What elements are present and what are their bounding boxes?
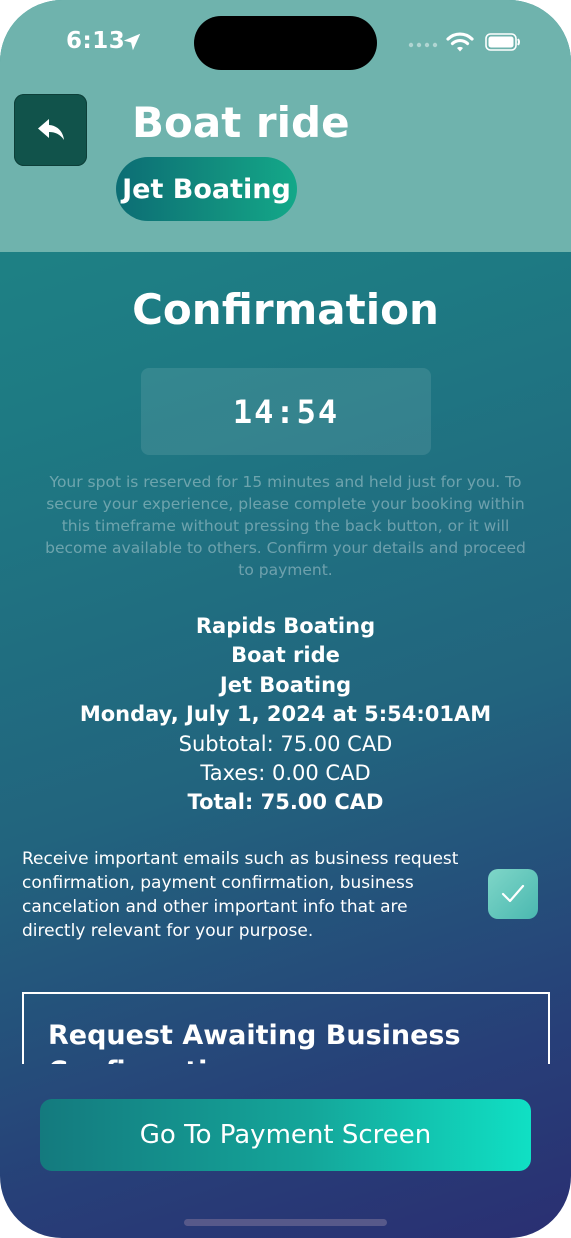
wifi-icon bbox=[446, 32, 474, 52]
email-consent-text: Receive important emails such as busines… bbox=[22, 849, 459, 941]
page-title: Boat ride bbox=[132, 98, 350, 147]
activity-category: Jet Boating bbox=[219, 672, 352, 697]
reservation-notice: Your spot is reserved for 15 minutes and… bbox=[45, 473, 526, 579]
go-to-payment-button[interactable]: Go To Payment Screen bbox=[40, 1099, 531, 1171]
status-time: 6:13 bbox=[66, 28, 126, 54]
booking-datetime: Monday, July 1, 2024 at 5:54:01AM bbox=[79, 702, 492, 727]
booking-details: Rapids Boating Boat ride Jet Boating Mon… bbox=[0, 612, 571, 818]
taxes-line: Taxes: 0.00 CAD bbox=[200, 761, 371, 786]
total-line: Total: 75.00 CAD bbox=[187, 790, 384, 815]
cellular-signal-icon bbox=[408, 42, 438, 48]
back-button[interactable] bbox=[14, 94, 87, 166]
battery-icon bbox=[485, 33, 520, 51]
request-status-box: Request Awaiting Business Confirmation bbox=[22, 992, 550, 1064]
status-bar: 6:13 bbox=[0, 0, 571, 90]
request-status-title: Request Awaiting Business Confirmation bbox=[48, 1020, 461, 1064]
home-indicator bbox=[184, 1219, 387, 1226]
dynamic-island bbox=[194, 16, 377, 70]
countdown-timer: 14:54 bbox=[141, 368, 431, 455]
activity-name: Boat ride bbox=[231, 643, 340, 668]
checkmark-icon bbox=[501, 884, 525, 903]
business-name: Rapids Boating bbox=[195, 614, 376, 638]
confirmation-heading: Confirmation bbox=[132, 285, 439, 334]
email-consent-checkbox[interactable] bbox=[488, 869, 538, 919]
subtotal-line: Subtotal: 75.00 CAD bbox=[178, 731, 393, 756]
phone-screen: 6:13 Boat ride Jet Boating Confirmation … bbox=[0, 0, 571, 1238]
location-arrow-icon bbox=[123, 33, 141, 51]
category-pill[interactable]: Jet Boating bbox=[116, 157, 297, 221]
reply-arrow-icon bbox=[37, 119, 64, 140]
